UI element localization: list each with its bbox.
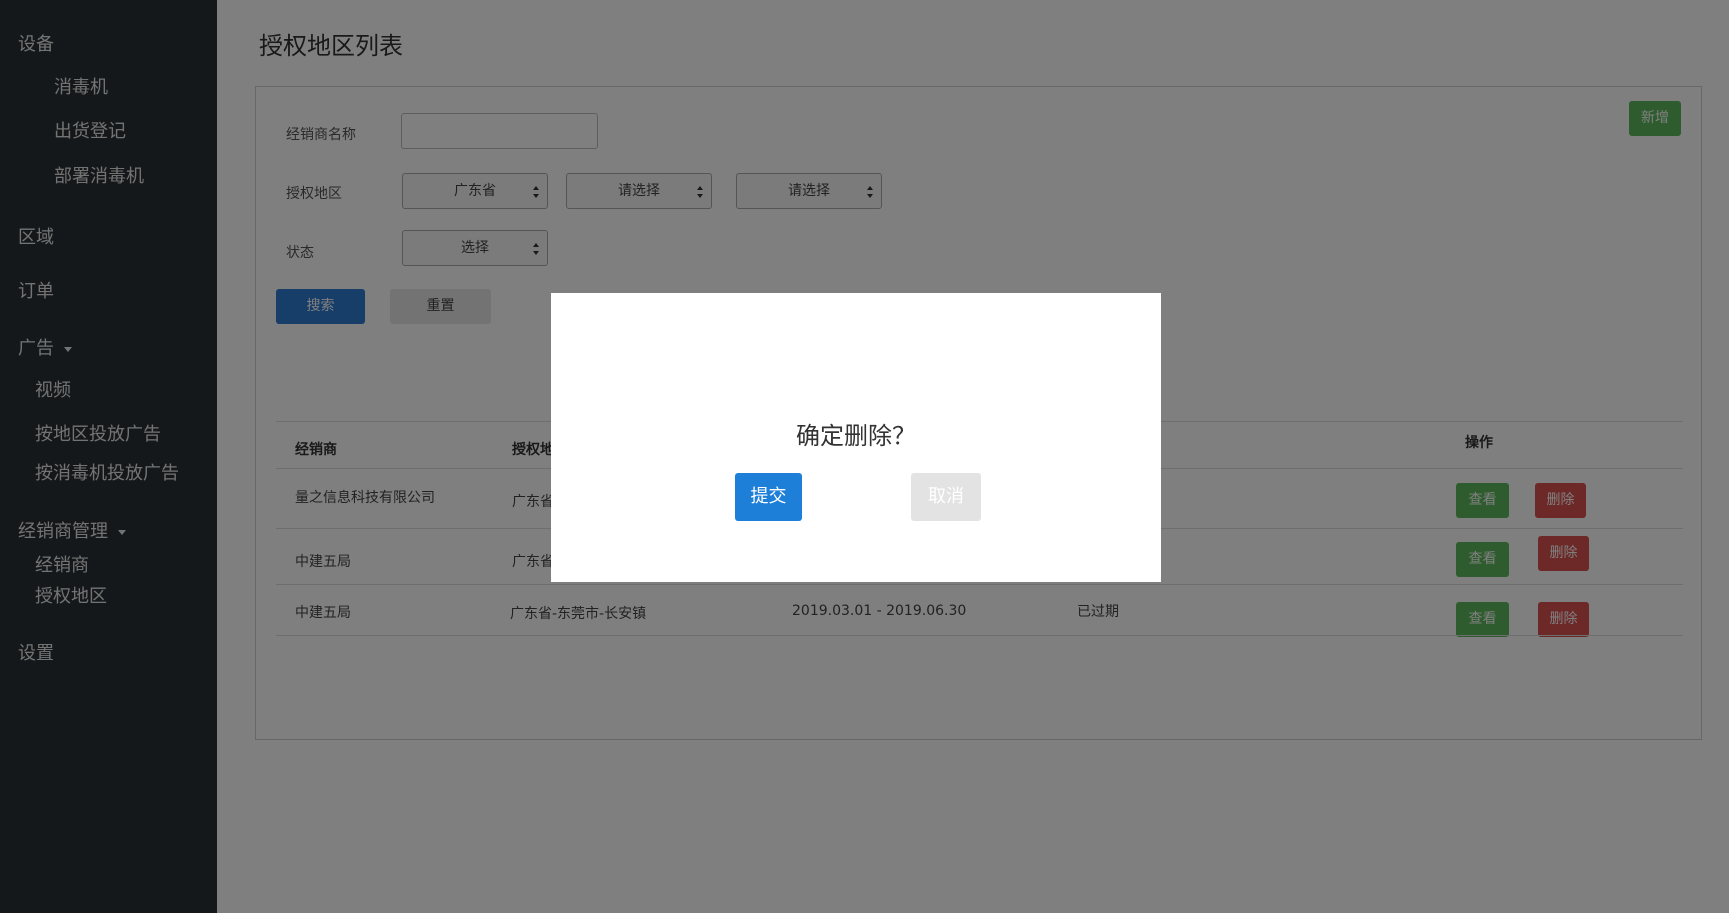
confirm-delete-dialog: 确定删除？ 提交 取消 bbox=[551, 293, 1161, 582]
submit-button[interactable]: 提交 bbox=[735, 473, 802, 521]
dialog-message: 确定删除？ bbox=[796, 422, 916, 450]
cancel-button[interactable]: 取消 bbox=[911, 473, 981, 521]
